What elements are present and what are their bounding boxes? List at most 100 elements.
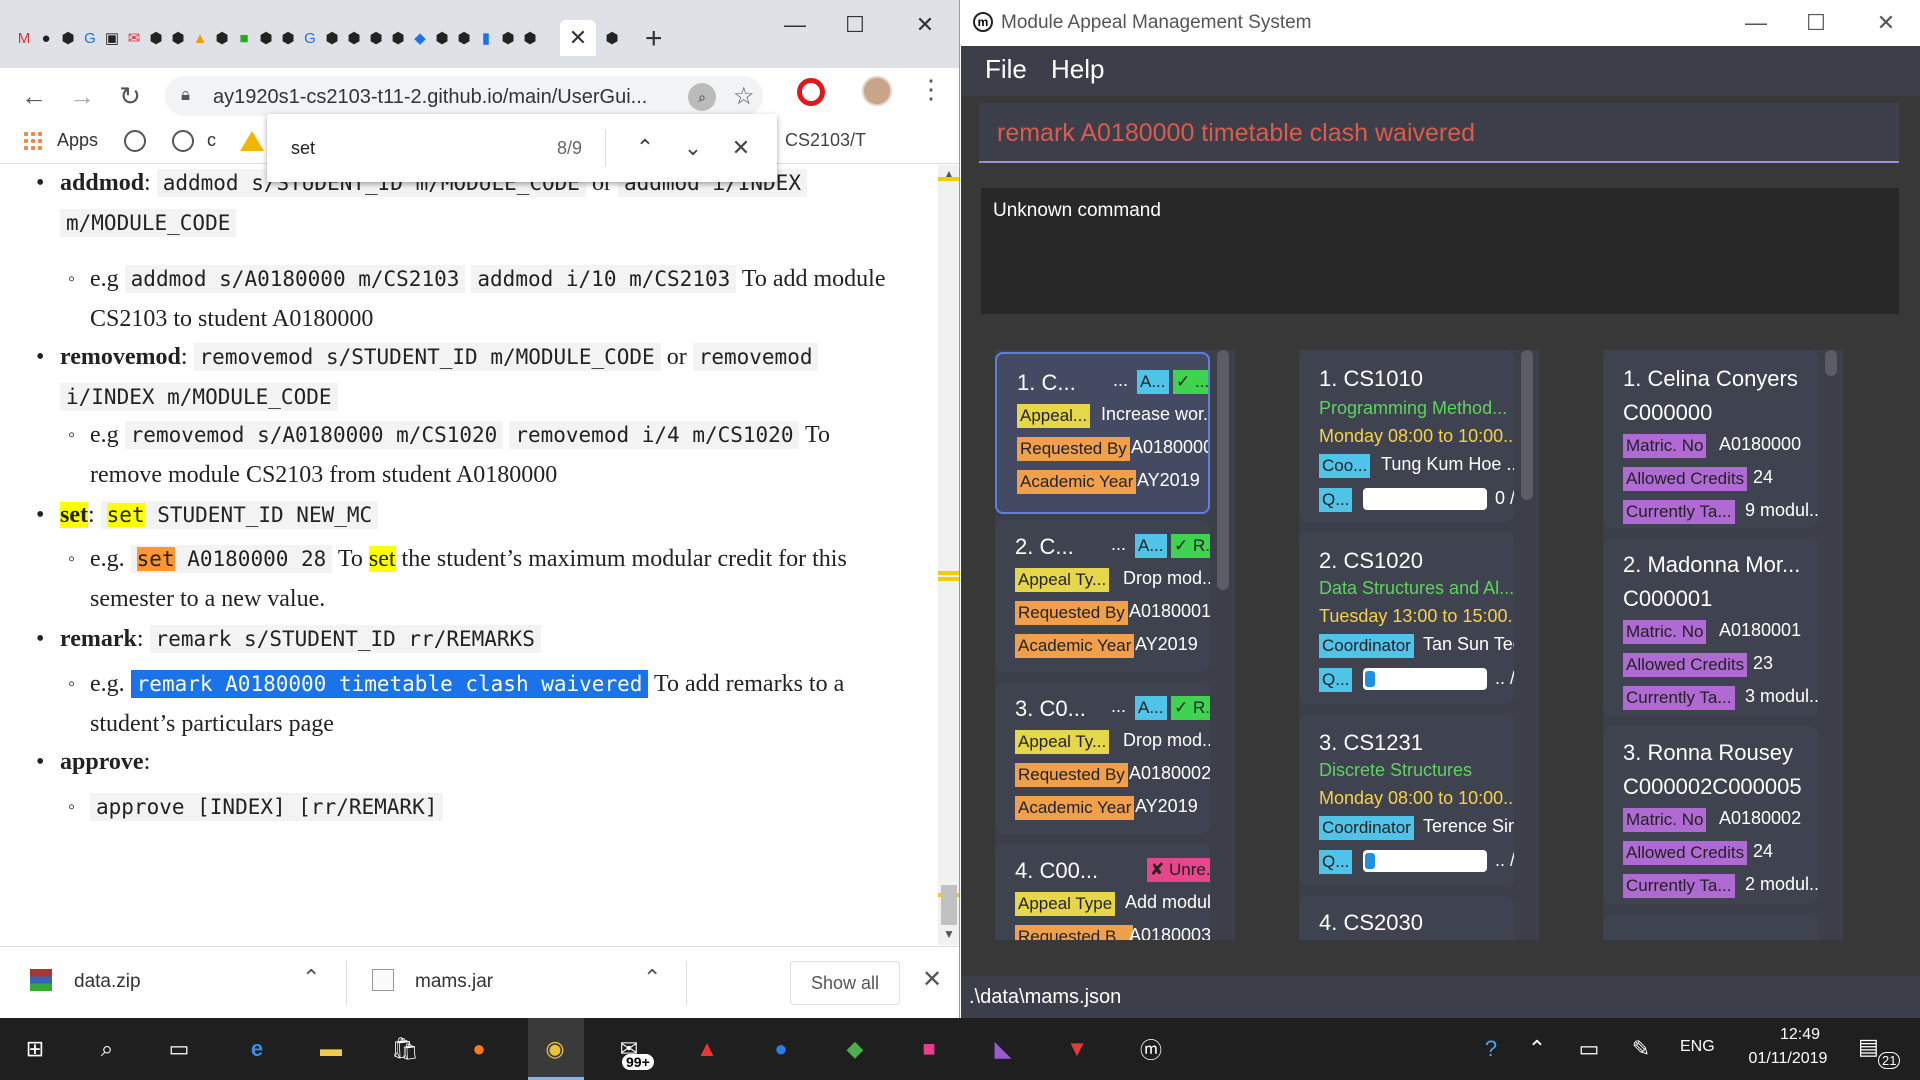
maximize-icon[interactable]: ☐ xyxy=(1791,8,1841,38)
tab-favicon-18[interactable]: ⬢ xyxy=(388,26,408,50)
find-previous-icon[interactable]: ⌃ xyxy=(627,130,663,166)
globe-icon[interactable] xyxy=(124,130,146,152)
tab-favicon-20[interactable]: ⬢ xyxy=(432,26,452,50)
notifications-icon[interactable]: ▤ xyxy=(1858,1034,1879,1060)
tab-favicon-19[interactable]: ◆ xyxy=(410,26,430,50)
tab-favicon-22[interactable]: ▮ xyxy=(476,26,496,50)
tab-favicon-12[interactable]: ⬢ xyxy=(256,26,276,50)
tab-favicon-6[interactable]: ✉ xyxy=(124,26,144,50)
menu-dots-icon[interactable]: ⋮ xyxy=(918,74,944,105)
tab-favicon-25[interactable]: ⬢ xyxy=(602,26,622,50)
appeal-card[interactable]: 2. C... ... A... ✓ R... Appeal Ty... Dro… xyxy=(995,520,1210,672)
maps-icon[interactable]: ● xyxy=(764,1032,798,1066)
tab-favicon-16[interactable]: ⬢ xyxy=(344,26,364,50)
student-list[interactable]: 1. Celina Conyers C000000 Matric. No A01… xyxy=(1603,350,1843,940)
close-window-icon[interactable]: ✕ xyxy=(1861,8,1911,38)
clock-date[interactable]: 01/11/2019 xyxy=(1736,1050,1840,1068)
file-explorer-icon[interactable]: ▬ xyxy=(314,1032,348,1066)
chevron-up-icon[interactable]: ⌃ xyxy=(302,965,320,991)
appeal-list-scrollbar[interactable] xyxy=(1217,350,1229,590)
profile-avatar[interactable] xyxy=(862,76,892,106)
minimize-icon[interactable]: — xyxy=(1731,8,1781,38)
address-bar[interactable]: 🔒︎ ay1920s1-cs2103-t11-2.github.io/main/… xyxy=(165,76,763,116)
close-window-icon[interactable]: ✕ xyxy=(900,10,950,40)
angular-icon[interactable]: ▼ xyxy=(1060,1032,1094,1066)
extension-icon[interactable] xyxy=(797,78,825,106)
tab-favicon-3[interactable]: ⬢ xyxy=(58,26,78,50)
scroll-down-icon[interactable]: ▼ xyxy=(943,927,955,941)
url-text[interactable]: ay1920s1-cs2103-t11-2.github.io/main/Use… xyxy=(213,86,647,109)
clock-time[interactable]: 12:49 xyxy=(1760,1026,1840,1044)
tab-favicon-21[interactable]: ⬢ xyxy=(454,26,474,50)
module-card[interactable]: 2. CS1020 Data Structures and Al... Tues… xyxy=(1299,532,1514,704)
tab-favicon-17[interactable]: ⬢ xyxy=(366,26,386,50)
apps-grid-icon[interactable] xyxy=(24,132,42,150)
module-card[interactable]: 1. CS1010 Programming Method... Monday 0… xyxy=(1299,350,1514,522)
tab-favicon-23[interactable]: ⬢ xyxy=(498,26,518,50)
mams-taskbar-icon[interactable]: ⓜ xyxy=(1134,1032,1168,1066)
download-mams-jar[interactable]: mams.jar xyxy=(415,971,493,993)
module-list[interactable]: 1. CS1010 Programming Method... Monday 0… xyxy=(1299,350,1539,940)
find-next-icon[interactable]: ⌄ xyxy=(675,130,711,166)
appeal-list[interactable]: 1. C... ... A... ✓ ... Appeal... Increas… xyxy=(995,350,1235,940)
tab-favicon-4[interactable]: G xyxy=(80,26,100,50)
pen-icon[interactable]: ✎ xyxy=(1624,1032,1658,1066)
student-card[interactable]: 2. Madonna Mor... C000001 Matric. No A01… xyxy=(1603,538,1818,716)
find-close-icon[interactable]: ✕ xyxy=(723,130,759,166)
tab-favicon-1[interactable]: M xyxy=(14,26,34,50)
close-tab-icon[interactable]: ✕ xyxy=(560,20,596,56)
tab-favicon-14[interactable]: G xyxy=(300,26,320,50)
menu-help[interactable]: Help xyxy=(1051,54,1104,85)
tab-favicon-7[interactable]: ⬢ xyxy=(146,26,166,50)
minimize-icon[interactable]: — xyxy=(770,10,820,40)
battery-icon[interactable]: ▭ xyxy=(1572,1032,1606,1066)
task-view-icon[interactable]: ▭ xyxy=(162,1032,196,1066)
student-card[interactable]: 3. Ronna Rousey C000002C000005 Matric. N… xyxy=(1603,726,1818,904)
tab-favicon-10[interactable]: ⬢ xyxy=(212,26,232,50)
acrobat-icon[interactable]: ▲ xyxy=(690,1032,724,1066)
tray-chevron-icon[interactable]: ⌃ xyxy=(1520,1032,1554,1066)
tab-favicon-11[interactable]: ■ xyxy=(234,26,254,50)
module-card[interactable]: 4. CS2030 xyxy=(1299,896,1514,940)
windows-start-icon[interactable]: ⊞ xyxy=(18,1032,52,1066)
new-tab-button[interactable]: + xyxy=(645,22,663,56)
bookmark-c[interactable]: c xyxy=(207,130,216,151)
command-box[interactable]: remark A0180000 timetable clash waivered xyxy=(979,103,1899,163)
dev-tool-icon[interactable]: ◆ xyxy=(838,1032,872,1066)
forward-icon[interactable]: → xyxy=(64,78,100,114)
appeal-card[interactable]: 1. C... ... A... ✓ ... Appeal... Increas… xyxy=(995,352,1210,514)
download-data-zip[interactable]: data.zip xyxy=(74,971,141,993)
appeal-card[interactable]: 3. C0... ... A... ✓ R... Appeal Ty... Dr… xyxy=(995,682,1210,834)
find-input[interactable]: set xyxy=(291,138,315,159)
tab-favicon-9[interactable]: ▲ xyxy=(190,26,210,50)
tab-favicon-5[interactable]: ▣ xyxy=(102,26,122,50)
tab-favicon-13[interactable]: ⬢ xyxy=(278,26,298,50)
help-icon[interactable]: ? xyxy=(1474,1032,1508,1066)
page-scrollbar[interactable]: ▲ ▼ xyxy=(938,165,959,945)
tab-favicon-2[interactable]: ● xyxy=(36,26,56,50)
edge-icon[interactable]: e xyxy=(240,1032,274,1066)
reload-icon[interactable]: ↻ xyxy=(112,78,148,114)
maximize-icon[interactable]: ☐ xyxy=(830,10,880,40)
store-icon[interactable]: 🛍︎ xyxy=(388,1032,422,1066)
find-indicator-icon[interactable]: ⌕ xyxy=(688,83,716,111)
command-input[interactable]: remark A0180000 timetable clash waivered xyxy=(997,119,1475,148)
globe-icon[interactable] xyxy=(172,130,194,152)
appeal-card[interactable]: 4. C00... ✘ Unre... Appeal Type Add modu… xyxy=(995,844,1210,940)
tab-favicon-15[interactable]: ⬢ xyxy=(322,26,342,50)
intellij-icon[interactable]: ■ xyxy=(912,1032,946,1066)
back-icon[interactable]: ← xyxy=(16,78,52,114)
student-card[interactable] xyxy=(1603,914,1818,940)
firefox-icon[interactable]: ● xyxy=(462,1032,496,1066)
show-all-button[interactable]: Show all xyxy=(790,961,900,1005)
bookmark-cs2103[interactable]: CS2103/T xyxy=(785,130,866,151)
drive-icon[interactable] xyxy=(240,131,264,151)
module-card[interactable]: 3. CS1231 Discrete Structures Monday 08:… xyxy=(1299,714,1514,886)
bookmark-star-icon[interactable]: ☆ xyxy=(733,82,755,111)
close-downloads-icon[interactable]: ✕ xyxy=(922,965,942,994)
menu-file[interactable]: File xyxy=(985,54,1027,85)
bookmark-apps[interactable]: Apps xyxy=(57,130,98,151)
selected-code-snippet[interactable]: remark A0180000 timetable clash waivered xyxy=(130,670,649,698)
search-icon[interactable]: ⌕ xyxy=(90,1032,124,1066)
scroll-thumb[interactable] xyxy=(941,885,957,925)
